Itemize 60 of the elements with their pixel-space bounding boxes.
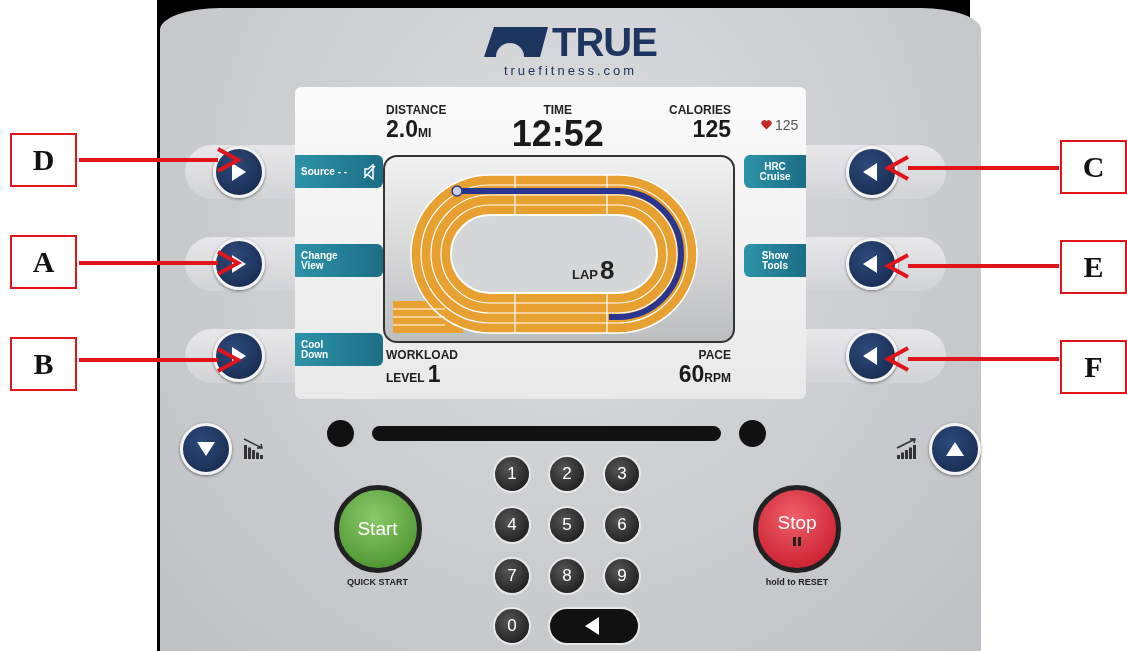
- stat-label: PACE: [698, 349, 731, 362]
- side-button[interactable]: [846, 146, 898, 198]
- brand-logo: TRUE: [552, 22, 657, 62]
- stat-value: 125: [692, 117, 731, 141]
- console-hole: [327, 419, 354, 447]
- stat-label: TIME: [543, 104, 573, 117]
- side-button[interactable]: [213, 146, 265, 198]
- side-button[interactable]: [213, 238, 265, 290]
- stat-label: WORKLOAD: [386, 349, 458, 362]
- number-key[interactable]: 3: [603, 455, 641, 493]
- triangle-up-icon: [946, 440, 964, 458]
- side-button[interactable]: [846, 330, 898, 382]
- number-key[interactable]: 8: [548, 556, 586, 595]
- decrease-button[interactable]: [180, 423, 232, 475]
- stat-value: 12:52: [511, 117, 604, 151]
- website-text: truefitness.com: [503, 63, 638, 78]
- pause-icon: [793, 537, 801, 546]
- callout-letter: E: [1060, 240, 1127, 294]
- stat-value: 2.0MI: [386, 117, 432, 144]
- callout-letter: A: [10, 235, 77, 289]
- soft-key[interactable]: Show Tools: [744, 244, 806, 277]
- number-key[interactable]: 0: [493, 607, 531, 646]
- stat-label: CALORIES: [668, 104, 731, 117]
- button-caption: hold to RESET: [765, 577, 829, 587]
- number-key[interactable]: 2: [548, 455, 586, 493]
- backspace-key[interactable]: [548, 607, 640, 646]
- console-hole: [739, 419, 766, 447]
- callout-letter: F: [1060, 340, 1127, 394]
- heart-icon: [761, 120, 772, 130]
- number-key[interactable]: 4: [493, 505, 531, 544]
- soft-key[interactable]: Cool Down: [295, 333, 383, 366]
- soft-key[interactable]: Source - -: [295, 155, 383, 188]
- stat-label: DISTANCE: [386, 104, 447, 117]
- triangle-down-icon: [197, 440, 215, 458]
- triangle-right-icon: [230, 255, 248, 273]
- heart-rate: 125: [775, 117, 799, 133]
- callout-letter: C: [1060, 140, 1127, 194]
- number-key[interactable]: 7: [493, 556, 531, 595]
- lap-count: 8: [600, 255, 615, 286]
- side-button[interactable]: [846, 238, 898, 290]
- number-key[interactable]: 5: [548, 505, 586, 544]
- stat-value: 60RPM: [678, 362, 731, 389]
- number-key[interactable]: 6: [603, 505, 641, 544]
- stat-value: LEVEL 1: [386, 362, 441, 389]
- falling-bars-icon: [242, 438, 266, 460]
- number-key[interactable]: 1: [493, 455, 531, 493]
- side-button[interactable]: [213, 330, 265, 382]
- soft-key[interactable]: Change View: [295, 244, 383, 277]
- callout-letter: B: [10, 337, 77, 391]
- lap-label: LAP: [572, 267, 598, 282]
- stop-button[interactable]: Stop: [753, 485, 841, 573]
- increase-button[interactable]: [929, 423, 981, 475]
- rising-bars-icon: [895, 438, 919, 460]
- callout-letter: D: [10, 133, 77, 187]
- triangle-right-icon: [230, 163, 248, 181]
- button-caption: QUICK START: [347, 577, 408, 587]
- mute-speaker-icon: [363, 163, 377, 180]
- soft-key[interactable]: HRC Cruise: [744, 155, 806, 188]
- logo-mark-icon: [484, 27, 549, 57]
- number-key[interactable]: 9: [603, 556, 641, 595]
